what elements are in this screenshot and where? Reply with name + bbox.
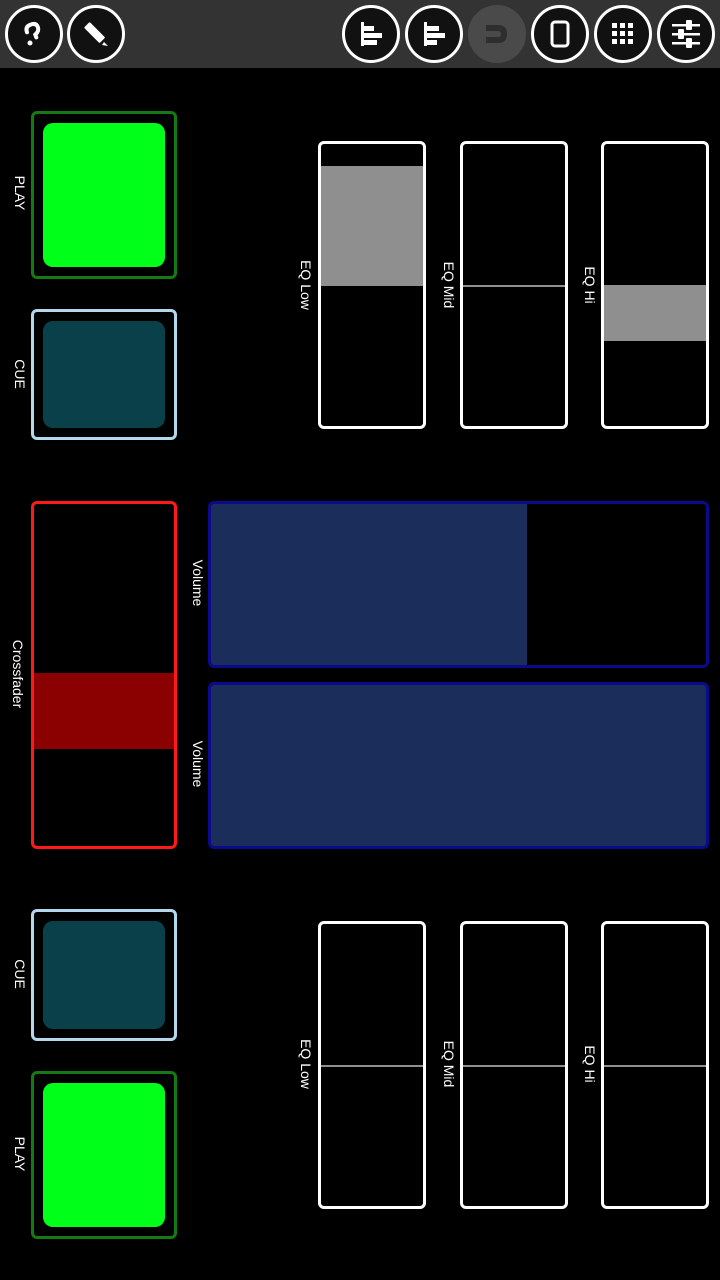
- help-button[interactable]: [5, 5, 63, 63]
- grid-button[interactable]: [594, 5, 652, 63]
- deck-a-play-pad[interactable]: [31, 111, 177, 279]
- deck-a-eq-hi-fader[interactable]: [601, 141, 709, 429]
- tablet-icon: [550, 20, 570, 48]
- volume-b-fill: [211, 685, 706, 846]
- deck-b-eq-low-label: EQ Low: [298, 1039, 314, 1089]
- align-left-icon: [424, 22, 445, 46]
- deck-b-play-pad[interactable]: [31, 1071, 177, 1239]
- deck-b-play-pad-face: [43, 1083, 165, 1227]
- align-left-icon: [361, 22, 382, 46]
- deck-a-cue-label: CUE: [12, 359, 28, 389]
- volume-a-fill: [211, 504, 527, 665]
- fader-center-line: [463, 285, 565, 287]
- deck-b-play-label: PLAY: [12, 1136, 28, 1172]
- volume-a-label: Volume: [190, 559, 206, 607]
- fader-center-line: [604, 1065, 706, 1067]
- fader-center-line: [463, 1065, 565, 1067]
- volume-b-fader[interactable]: [208, 682, 709, 849]
- device-button[interactable]: [531, 5, 589, 63]
- deck-a-cue-pad-face: [43, 321, 165, 428]
- deck-b-eq-mid-fader[interactable]: [460, 921, 568, 1209]
- pencil-icon: [84, 22, 108, 46]
- align-left-button[interactable]: [342, 5, 400, 63]
- deck-b-cue-label: CUE: [12, 959, 28, 989]
- grid-icon: [612, 23, 633, 44]
- deck-a-eq-hi-label: EQ Hi: [582, 266, 598, 304]
- volume-b-label: Volume: [190, 740, 206, 788]
- fader-center-line: [321, 1065, 423, 1067]
- deck-a-play-label: PLAY: [12, 175, 28, 211]
- deck-b-cue-pad[interactable]: [31, 909, 177, 1041]
- deck-a-play-pad-face: [43, 123, 165, 267]
- fader-fill: [604, 285, 706, 341]
- deck-a-eq-mid-label: EQ Mid: [441, 261, 457, 309]
- deck-b-eq-hi-fader[interactable]: [601, 921, 709, 1209]
- mixer-button[interactable]: [657, 5, 715, 63]
- magnet-icon: [486, 25, 507, 43]
- toolbar: [0, 0, 720, 68]
- crossfader[interactable]: [31, 501, 177, 849]
- deck-b-eq-mid-label: EQ Mid: [441, 1040, 457, 1088]
- deck-a-eq-low-fader[interactable]: [318, 141, 426, 429]
- deck-a-eq-low-label: EQ Low: [298, 260, 314, 310]
- edit-button[interactable]: [67, 5, 125, 63]
- deck-b-eq-low-fader[interactable]: [318, 921, 426, 1209]
- deck-b-eq-hi-label: EQ Hi: [582, 1045, 598, 1083]
- question-icon: [24, 21, 41, 46]
- fader-fill: [321, 166, 423, 286]
- deck-a-eq-mid-fader[interactable]: [460, 141, 568, 429]
- crossfader-thumb[interactable]: [34, 673, 174, 749]
- sliders-icon: [672, 20, 700, 48]
- crossfader-label: Crossfader: [10, 639, 26, 709]
- volume-a-fader[interactable]: [208, 501, 709, 668]
- align-left-alt-button[interactable]: [405, 5, 463, 63]
- deck-b-cue-pad-face: [43, 921, 165, 1029]
- deck-a-cue-pad[interactable]: [31, 309, 177, 440]
- connect-button[interactable]: [468, 5, 526, 63]
